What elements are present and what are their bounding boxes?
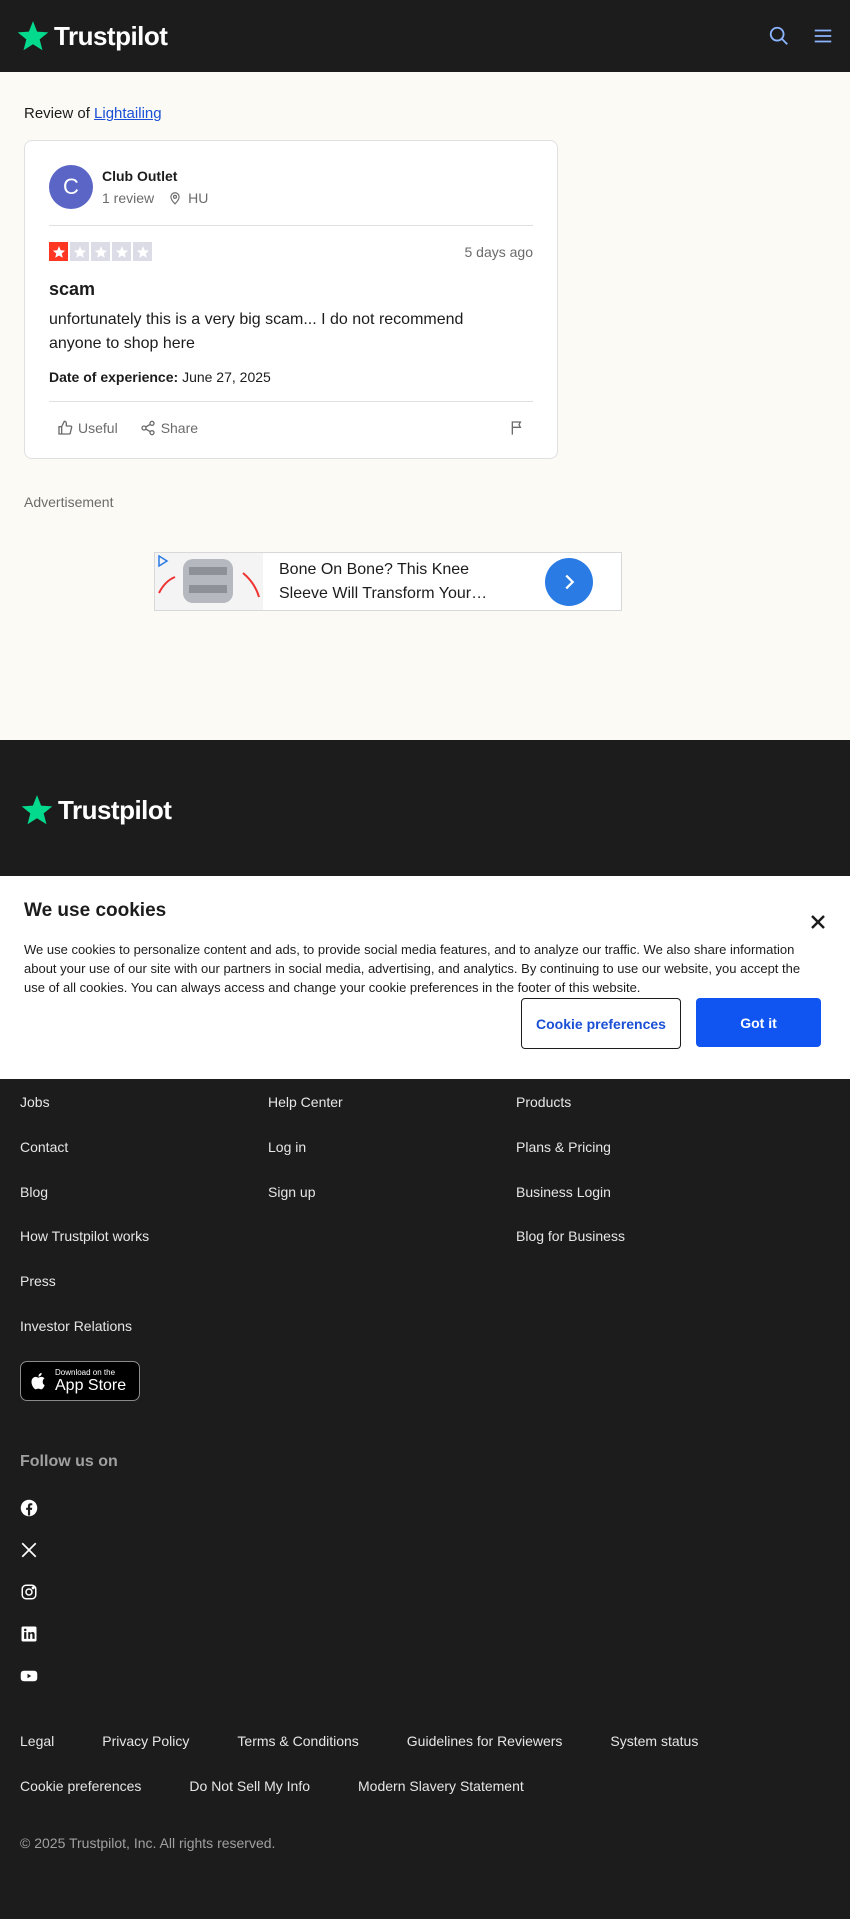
star-filled-icon — [49, 242, 68, 261]
footer-column-company: Jobs Contact Blog How Trustpilot works P… — [20, 1094, 149, 1363]
youtube-icon — [20, 1670, 38, 1682]
divider — [49, 225, 533, 226]
avatar[interactable]: C — [49, 165, 93, 209]
facebook-icon — [20, 1499, 38, 1517]
location-pin-icon — [170, 192, 180, 205]
modern-slavery-link[interactable]: Modern Slavery Statement — [358, 1778, 524, 1794]
brand-name: Trustpilot — [54, 20, 168, 51]
footer-link[interactable]: Sign up — [268, 1184, 343, 1229]
review-of-heading: Review of Lightailing — [24, 105, 162, 122]
footer-link[interactable]: Help Center — [268, 1094, 343, 1139]
close-icon[interactable] — [810, 914, 826, 930]
cookie-banner: We use cookies We use cookies to persona… — [0, 876, 850, 1079]
main-content: Review of Lightailing C Club Outlet 1 re… — [0, 72, 850, 740]
ad-headline[interactable]: Bone On Bone? This Knee Sleeve Will Tran… — [279, 558, 509, 606]
x-icon — [21, 1542, 37, 1558]
star-empty-icon — [70, 242, 89, 261]
flag-icon — [511, 421, 522, 435]
legal-links-row2: Cookie preferences Do Not Sell My Info M… — [20, 1778, 524, 1794]
legal-links-row1: Legal Privacy Policy Terms & Conditions … — [20, 1733, 698, 1749]
linkedin-icon — [21, 1626, 37, 1642]
date-of-experience: Date of experience: June 27, 2025 — [49, 369, 533, 385]
apple-icon — [31, 1372, 45, 1390]
footer-brand-name: Trustpilot — [58, 794, 172, 825]
footer-link[interactable]: Plans & Pricing — [516, 1139, 625, 1184]
legal-link[interactable]: Legal — [20, 1733, 54, 1749]
footer-column-business: Products Plans & Pricing Business Login … — [516, 1094, 625, 1273]
thumbs-up-icon — [58, 420, 73, 435]
follow-us-heading: Follow us on — [20, 1453, 118, 1470]
cookie-preferences-link[interactable]: Cookie preferences — [20, 1778, 141, 1794]
instagram-link[interactable] — [20, 1583, 38, 1606]
experience-label: Date of experience: — [49, 369, 179, 385]
youtube-link[interactable] — [20, 1667, 38, 1690]
linkedin-link[interactable] — [20, 1625, 38, 1648]
footer-column-community: Help Center Log in Sign up — [268, 1094, 343, 1228]
review-card: C Club Outlet 1 review HU 5 days ago sca… — [24, 140, 558, 459]
cookie-text: We use cookies to personalize content an… — [24, 942, 801, 995]
footer-logo[interactable]: Trustpilot — [20, 793, 172, 827]
report-button[interactable] — [509, 420, 525, 436]
star-empty-icon — [133, 242, 152, 261]
instagram-icon — [21, 1584, 37, 1600]
star-logo-icon — [21, 795, 53, 825]
menu-icon[interactable] — [812, 25, 834, 47]
star-logo-icon — [17, 21, 49, 51]
accept-cookies-button[interactable]: Got it — [696, 998, 821, 1047]
ad-cta-button[interactable] — [545, 557, 593, 606]
footer-link[interactable]: Blog — [20, 1184, 149, 1229]
do-not-sell-link[interactable]: Do Not Sell My Info — [189, 1778, 310, 1794]
reviewer-info: C Club Outlet 1 review HU — [49, 165, 533, 209]
cookie-preferences-button[interactable]: Cookie preferences — [521, 998, 681, 1049]
chevron-right-icon — [565, 574, 575, 589]
company-link[interactable]: Lightailing — [94, 105, 162, 122]
footer-link[interactable]: Jobs — [20, 1094, 149, 1139]
star-empty-icon — [112, 242, 131, 261]
footer-link[interactable]: Blog for Business — [516, 1228, 625, 1273]
trustpilot-logo[interactable]: Trustpilot — [16, 19, 168, 53]
footer-link[interactable]: Investor Relations — [20, 1318, 149, 1363]
share-label: Share — [160, 420, 199, 436]
star-rating — [49, 242, 152, 261]
search-icon[interactable] — [768, 25, 790, 47]
footer-link[interactable]: Contact — [20, 1139, 149, 1184]
app-store-big-text: App Store — [55, 1377, 127, 1394]
app-store-small-text: Download on the — [55, 1368, 116, 1377]
system-status-link[interactable]: System status — [610, 1733, 698, 1749]
reviewer-country: HU — [188, 190, 209, 206]
footer-link[interactable]: Press — [20, 1273, 149, 1318]
x-link[interactable] — [20, 1541, 38, 1564]
useful-button[interactable]: Useful — [57, 420, 118, 436]
guidelines-link[interactable]: Guidelines for Reviewers — [407, 1733, 563, 1749]
reviewer-name[interactable]: Club Outlet — [102, 168, 208, 184]
star-empty-icon — [91, 242, 110, 261]
footer-link[interactable]: Products — [516, 1094, 625, 1139]
useful-label: Useful — [78, 420, 118, 436]
review-date: 5 days ago — [464, 243, 534, 260]
share-icon — [141, 420, 155, 436]
review-of-label: Review of — [24, 105, 90, 122]
facebook-link[interactable] — [20, 1499, 38, 1522]
review-title[interactable]: scam — [49, 279, 533, 300]
footer-link[interactable]: How Trustpilot works — [20, 1228, 149, 1273]
privacy-policy-link[interactable]: Privacy Policy — [102, 1733, 189, 1749]
copyright: © 2025 Trustpilot, Inc. All rights reser… — [20, 1835, 276, 1851]
app-store-button[interactable]: Download on the App Store — [20, 1361, 140, 1401]
knee-sleeve-image — [158, 559, 260, 603]
share-button[interactable]: Share — [140, 420, 198, 436]
review-text: unfortunately this is a very big scam...… — [49, 311, 464, 352]
advertisement-banner[interactable]: Bone On Bone? This Knee Sleeve Will Tran… — [154, 552, 622, 611]
experience-date: June 27, 2025 — [182, 369, 271, 385]
advertisement-label: Advertisement — [24, 494, 114, 510]
site-header: Trustpilot — [0, 0, 850, 72]
terms-link[interactable]: Terms & Conditions — [237, 1733, 358, 1749]
cookie-title: We use cookies — [24, 900, 167, 921]
review-count: 1 review — [102, 190, 155, 206]
ad-choices-icon[interactable] — [157, 555, 169, 567]
footer-link[interactable]: Business Login — [516, 1184, 625, 1229]
ad-image[interactable] — [155, 553, 263, 610]
footer-link[interactable]: Log in — [268, 1139, 343, 1184]
